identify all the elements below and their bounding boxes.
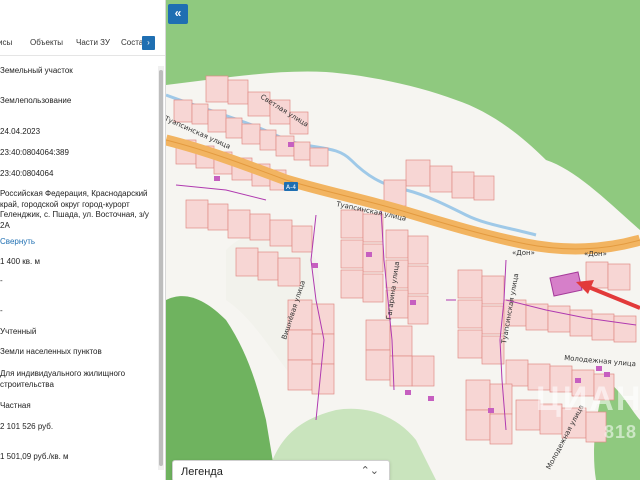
collapse-panel-button[interactable]: «: [168, 4, 188, 24]
registration-date: 24.04.2023: [0, 127, 41, 136]
legend-box[interactable]: Легенда ⌃⌄: [172, 460, 390, 480]
highway-shield-label: А-4: [286, 184, 296, 191]
value-dash-2: -: [0, 306, 3, 315]
tab-composition[interactable]: Соста: [121, 38, 143, 47]
status: Учтенный: [0, 327, 37, 336]
value-dash-1: -: [0, 276, 3, 285]
unit-value: 1 501,09 руб./кв. м: [0, 452, 69, 461]
watermark-number: 818: [604, 422, 638, 442]
object-type: Земельный участок: [0, 66, 73, 75]
panel-scroll-thumb[interactable]: [159, 70, 163, 466]
land-category: Земли населенных пунктов: [0, 347, 102, 356]
cadastral-quarter: 23:40:0804064: [0, 169, 54, 178]
area: 1 400 кв. м: [0, 257, 40, 266]
cadastral-value: 2 101 526 руб.: [0, 422, 54, 431]
collapse-link[interactable]: Свернуть: [0, 237, 156, 248]
panel-scrollbar[interactable]: [158, 66, 164, 470]
watermark-logo: ЦИАН: [536, 380, 640, 418]
tab-records[interactable]: исы: [0, 38, 12, 47]
road-label-don-2: «Дон»: [512, 249, 535, 257]
info-panel: исы Объекты Части ЗУ Соста › Земельный у…: [0, 0, 166, 480]
ownership-form: Частная: [0, 401, 31, 410]
tab-objects[interactable]: Объекты: [30, 38, 63, 47]
selected-parcel[interactable]: [549, 271, 583, 297]
legend-label: Легенда: [181, 466, 223, 478]
road-label-don: «Дон»: [584, 250, 607, 258]
tabs-bar: исы Объекты Части ЗУ Соста ›: [0, 30, 165, 56]
permitted-use: Для индивидуального жилищного строительс…: [0, 369, 126, 389]
cadastral-number: 23:40:0804064:389: [0, 148, 69, 157]
tabs-next-button[interactable]: ›: [142, 36, 155, 50]
legend-toggle-icon[interactable]: ⌃⌄: [361, 464, 379, 477]
address: Российская Федерация, Краснодарский край…: [0, 189, 149, 230]
object-kind: Землепользование: [0, 96, 72, 105]
cadastral-map[interactable]: А-4 Туапсинская улица Туапсинская улица …: [166, 0, 640, 480]
tab-parts[interactable]: Части ЗУ: [76, 38, 110, 47]
